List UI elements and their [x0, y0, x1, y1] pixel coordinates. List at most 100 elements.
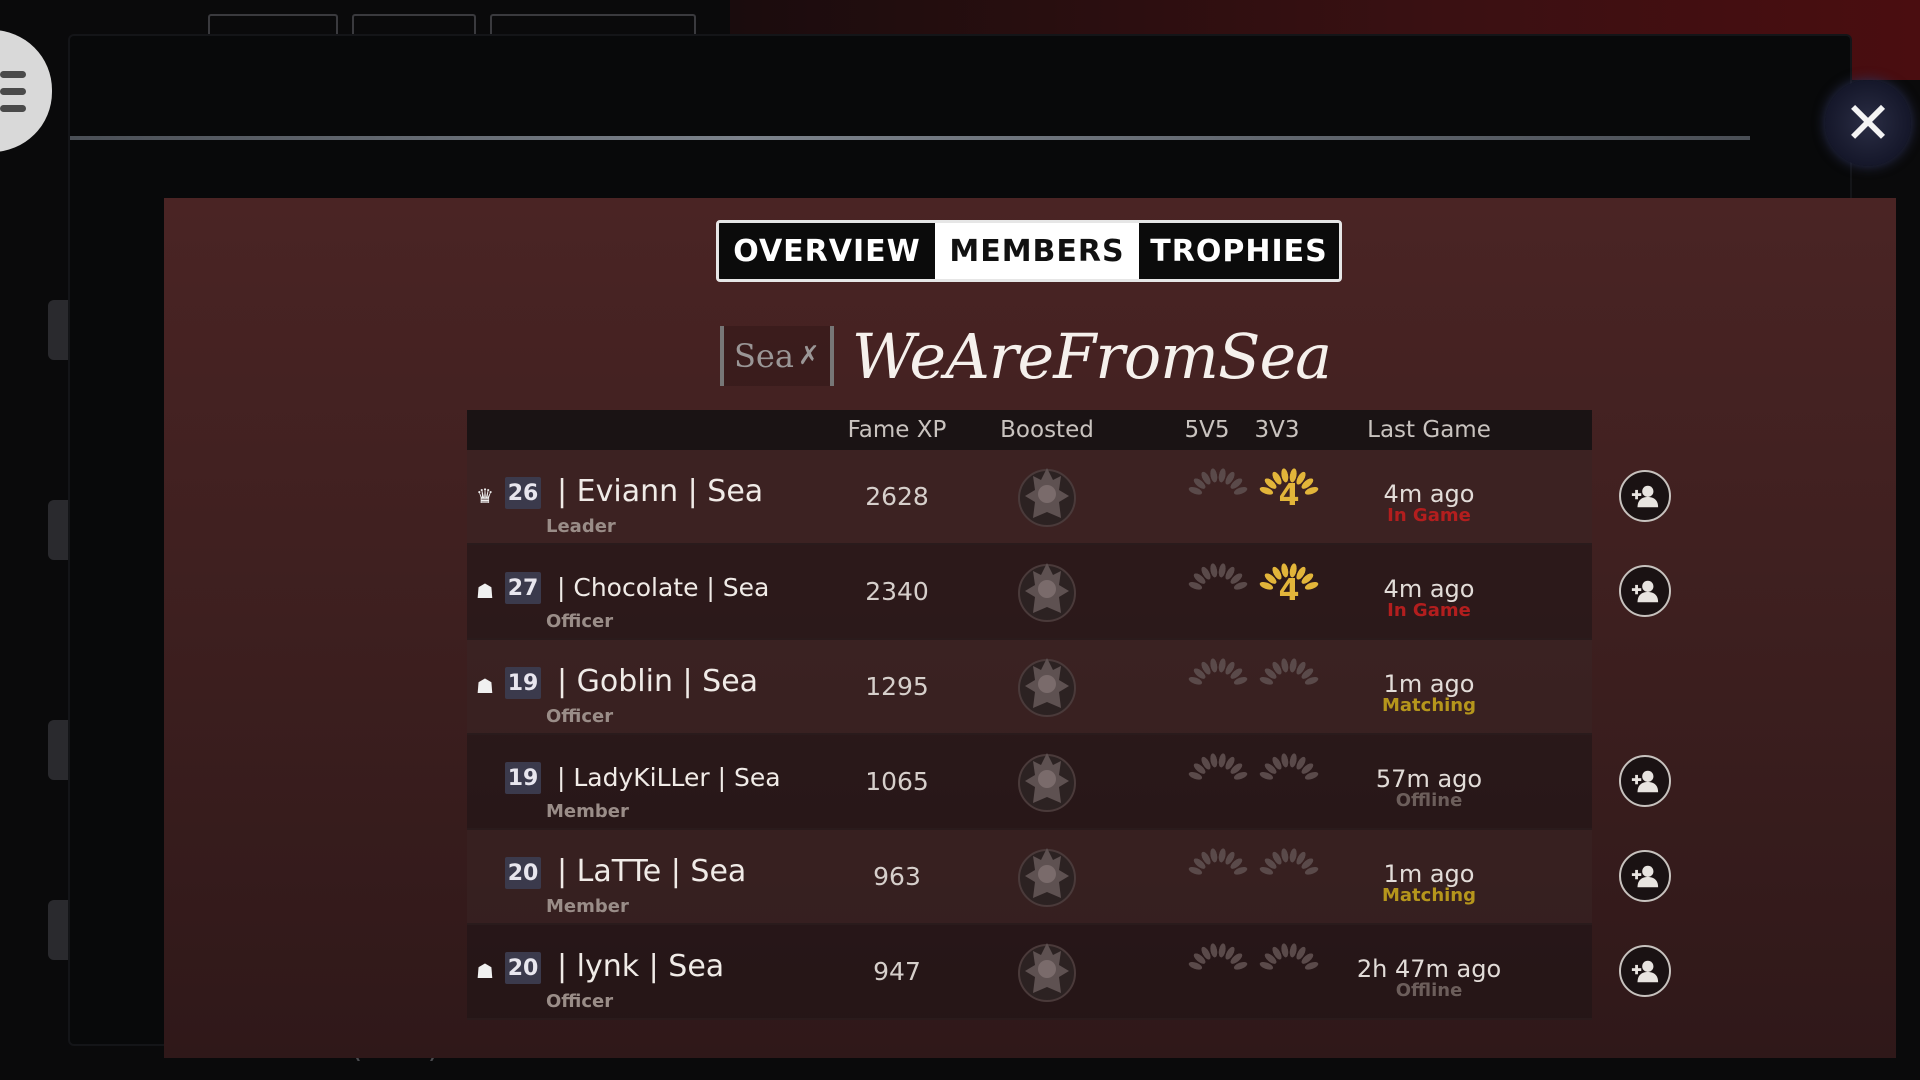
trophy-5v5-icon: [1187, 753, 1249, 815]
player-role: Leader: [546, 516, 616, 537]
player-status: Offline: [1395, 980, 1463, 1001]
last-game: 57m ago Offline: [1376, 765, 1482, 811]
fame-xp-value: 1295: [865, 672, 929, 701]
background-top-tabs: [208, 14, 696, 38]
fame-xp-value: 2628: [865, 482, 929, 511]
close-button[interactable]: ✕: [1825, 80, 1911, 166]
add-friend-button[interactable]: [1619, 755, 1671, 807]
club-tabs: OVERVIEW MEMBERS TROPHIES: [716, 220, 1342, 282]
player-name[interactable]: | LadyKiLLer | Sea: [557, 763, 781, 792]
member-row[interactable]: ☗ 20 | lynk | Sea Officer 947 2h 47m ago Off…: [467, 925, 1671, 1020]
header-divider: [70, 136, 1750, 140]
tab-overview[interactable]: OVERVIEW: [719, 223, 935, 279]
player-status: Matching: [1381, 885, 1477, 906]
club-name: WeAreFromSea: [851, 319, 1332, 393]
add-friend-icon: [1631, 865, 1659, 888]
header-fame-xp: Fame XP: [847, 417, 947, 443]
player-name[interactable]: | Goblin | Sea: [557, 664, 758, 699]
last-game: 2h 47m ago Offline: [1357, 955, 1501, 1001]
trophy-3v3-count: 4: [1278, 478, 1300, 513]
trophy-5v5-icon: [1187, 563, 1249, 625]
header-5v5: 5V5: [1184, 417, 1230, 443]
last-game-time: 1m ago: [1383, 860, 1475, 888]
tab-trophies[interactable]: TROPHIES: [1139, 223, 1339, 279]
add-friend-icon: [1631, 770, 1659, 793]
member-row[interactable]: 19 | LadyKiLLer | Sea Member 1065 57m ago O…: [467, 735, 1671, 830]
player-name[interactable]: | LaTTe | Sea: [557, 854, 746, 889]
trophy-5v5-icon: [1187, 468, 1249, 530]
add-friend-button[interactable]: [1619, 945, 1671, 997]
fame-xp-value: 947: [873, 957, 921, 986]
player-role: Officer: [546, 991, 614, 1012]
member-row[interactable]: 20 | LaTTe | Sea Member 963 1m ago Matching: [467, 830, 1671, 925]
fame-xp-value: 2340: [865, 577, 929, 606]
last-game: 4m ago In Game: [1384, 575, 1475, 621]
player-name[interactable]: | Chocolate | Sea: [557, 573, 769, 602]
boosted-emblem-icon: [1015, 557, 1079, 627]
fame-xp-value: 963: [873, 862, 921, 891]
player-role: Member: [546, 801, 629, 822]
player-role: Officer: [546, 611, 614, 632]
add-friend-button[interactable]: [1619, 850, 1671, 902]
player-name[interactable]: | Eviann | Sea: [557, 474, 763, 509]
member-row[interactable]: ♛ 26 | Eviann | Sea Leader 2628 4 4m ago In …: [467, 450, 1671, 545]
table-header: Fame XP Boosted 5V5 3V3 Last Game: [467, 410, 1592, 450]
last-game-time: 4m ago: [1383, 575, 1475, 603]
player-status: Matching: [1381, 695, 1477, 716]
club-tag-text: Sea: [734, 337, 794, 375]
last-game-time: 2h 47m ago: [1356, 955, 1502, 983]
hamburger-line: [0, 104, 26, 112]
player-status: In Game: [1387, 600, 1471, 621]
trophy-3v3-icon: [1258, 943, 1320, 1005]
last-game: 4m ago In Game: [1384, 480, 1475, 526]
player-name[interactable]: | lynk | Sea: [557, 949, 724, 984]
member-row[interactable]: ☗ 27 | Chocolate | Sea Officer 2340 4 4m ago…: [467, 545, 1671, 640]
player-level: 20: [505, 952, 541, 984]
player-role: Member: [546, 896, 629, 917]
trophy-5v5-icon: [1187, 848, 1249, 910]
tab-members[interactable]: MEMBERS: [935, 223, 1139, 279]
player-level: 19: [505, 762, 541, 794]
header-last-game: Last Game: [1367, 417, 1491, 443]
trophy-3v3-icon: [1258, 658, 1320, 720]
header-3v3: 3V3: [1254, 417, 1300, 443]
club-tag: Sea ✗: [720, 326, 834, 386]
player-role: Officer: [546, 706, 614, 727]
boosted-emblem-icon: [1015, 462, 1079, 532]
member-row[interactable]: ☗ 19 | Goblin | Sea Officer 1295 1m ago Matc…: [467, 640, 1592, 735]
last-game: 1m ago Matching: [1382, 860, 1476, 906]
player-level: 26: [505, 477, 541, 509]
officer-icon: ☗: [476, 959, 494, 983]
player-level: 20: [505, 857, 541, 889]
sword-icon: ✗: [797, 341, 820, 371]
boosted-emblem-icon: [1015, 937, 1079, 1007]
hamburger-icon: [0, 70, 26, 78]
player-level: 19: [505, 667, 541, 699]
last-game-time: 4m ago: [1383, 480, 1475, 508]
hamburger-line: [0, 87, 26, 95]
boosted-emblem-icon: [1015, 842, 1079, 912]
trophy-3v3-count: 4: [1278, 573, 1300, 608]
header-boosted: Boosted: [1000, 417, 1094, 443]
club-panel: OVERVIEW MEMBERS TROPHIES Sea ✗ WeAreFro…: [164, 198, 1896, 1058]
player-level: 27: [505, 572, 541, 604]
add-friend-button[interactable]: [1619, 470, 1671, 522]
add-friend-icon: [1631, 485, 1659, 508]
member-rows: ♛ 26 | Eviann | Sea Leader 2628 4 4m ago In …: [467, 450, 1671, 1020]
members-table: Fame XP Boosted 5V5 3V3 Last Game ♛ 26 | E…: [467, 410, 1671, 1020]
player-status: In Game: [1387, 505, 1471, 526]
boosted-emblem-icon: [1015, 747, 1079, 817]
add-friend-button[interactable]: [1619, 565, 1671, 617]
trophy-3v3-icon: 4: [1258, 563, 1320, 625]
last-game: 1m ago Matching: [1382, 670, 1476, 716]
trophy-3v3-icon: [1258, 848, 1320, 910]
officer-icon: ☗: [476, 674, 494, 698]
trophy-3v3-icon: [1258, 753, 1320, 815]
add-friend-icon: [1631, 580, 1659, 603]
add-friend-icon: [1631, 960, 1659, 983]
crown-icon: ♛: [476, 484, 494, 508]
club-header: Sea ✗ WeAreFromSea: [720, 316, 1332, 396]
last-game-time: 57m ago: [1375, 765, 1483, 793]
trophy-5v5-icon: [1187, 658, 1249, 720]
club-modal: OVERVIEW MEMBERS TROPHIES Sea ✗ WeAreFro…: [70, 36, 1911, 1058]
